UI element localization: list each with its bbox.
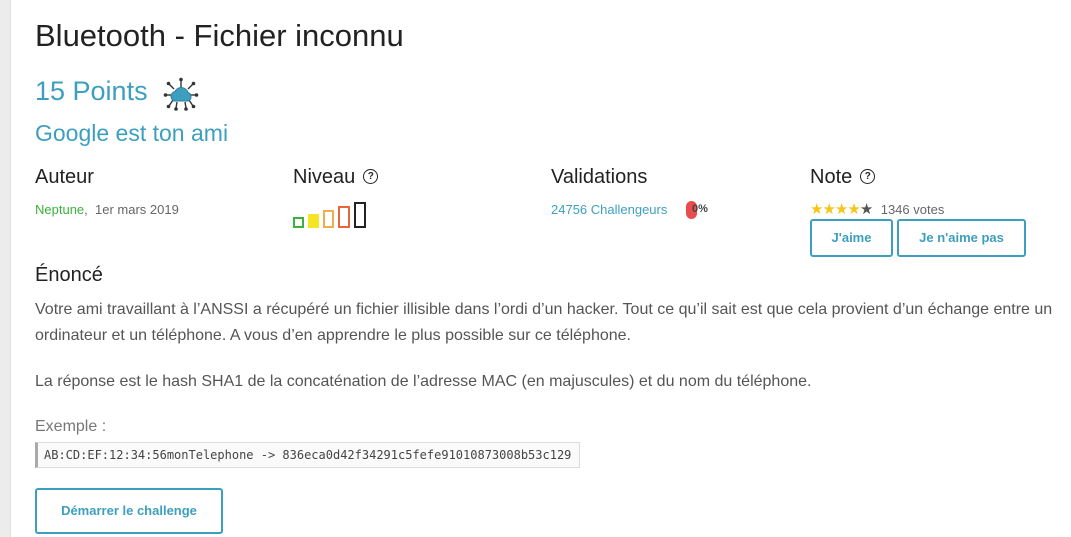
network-cloud-icon — [163, 76, 199, 112]
level-indicator — [293, 200, 373, 228]
rating-stars: ★★★★★ — [810, 201, 873, 218]
author-date: 1er mars 2019 — [95, 202, 179, 217]
star-empty-icon: ★ — [859, 201, 873, 218]
statement-paragraph-1: Votre ami travaillant à l’ANSSI a récupé… — [35, 301, 1053, 344]
start-challenge-button[interactable]: Démarrer le challenge — [35, 488, 223, 534]
validations-link[interactable]: 24756 Challengeurs — [551, 202, 667, 217]
example-code: AB:CD:EF:12:34:56monTelephone -> 836eca0… — [35, 442, 581, 468]
star-filled-icon: ★ — [847, 201, 860, 218]
level-bar-4 — [338, 206, 350, 228]
star-filled-icon: ★ — [834, 201, 848, 218]
validations-heading: Validations — [551, 166, 648, 188]
level-bar-5 — [354, 202, 366, 228]
validation-percent-badge: 0% — [683, 200, 711, 219]
level-bar-2 — [308, 214, 319, 228]
level-help-icon[interactable]: ? — [363, 169, 379, 185]
example-label: Exemple : — [35, 418, 107, 435]
author-link[interactable]: Neptune — [35, 202, 84, 217]
rating-heading: Note? — [810, 166, 876, 189]
level-bar-3 — [323, 210, 334, 228]
star-filled-icon: ★ — [822, 201, 835, 218]
author-heading: Auteur — [35, 166, 94, 188]
rating-row: ★★★★★ 1346 votes — [810, 200, 944, 219]
vote-count: 1346 votes — [880, 202, 945, 217]
star-filled-icon: ★ — [810, 201, 823, 218]
validations-info: 24756 Challengeurs 0% — [551, 200, 711, 219]
points-label: 15 Points — [35, 76, 148, 106]
challenge-panel: Bluetooth - Fichier inconnu 15 Points Go… — [10, 0, 1071, 537]
dislike-button[interactable]: Je n'aime pas — [897, 219, 1026, 257]
level-bar-1 — [293, 217, 304, 228]
like-button[interactable]: J'aime — [810, 219, 893, 257]
author-info: Neptune, 1er mars 2019 — [35, 202, 179, 217]
statement-heading: Énoncé — [35, 264, 103, 286]
challenge-hint: Google est ton ami — [35, 120, 229, 146]
rating-help-icon[interactable]: ? — [860, 169, 876, 185]
statement-paragraph-2: La réponse est le hash SHA1 de la concat… — [35, 373, 812, 390]
page-title: Bluetooth - Fichier inconnu — [35, 18, 404, 53]
level-heading: Niveau? — [293, 166, 379, 189]
